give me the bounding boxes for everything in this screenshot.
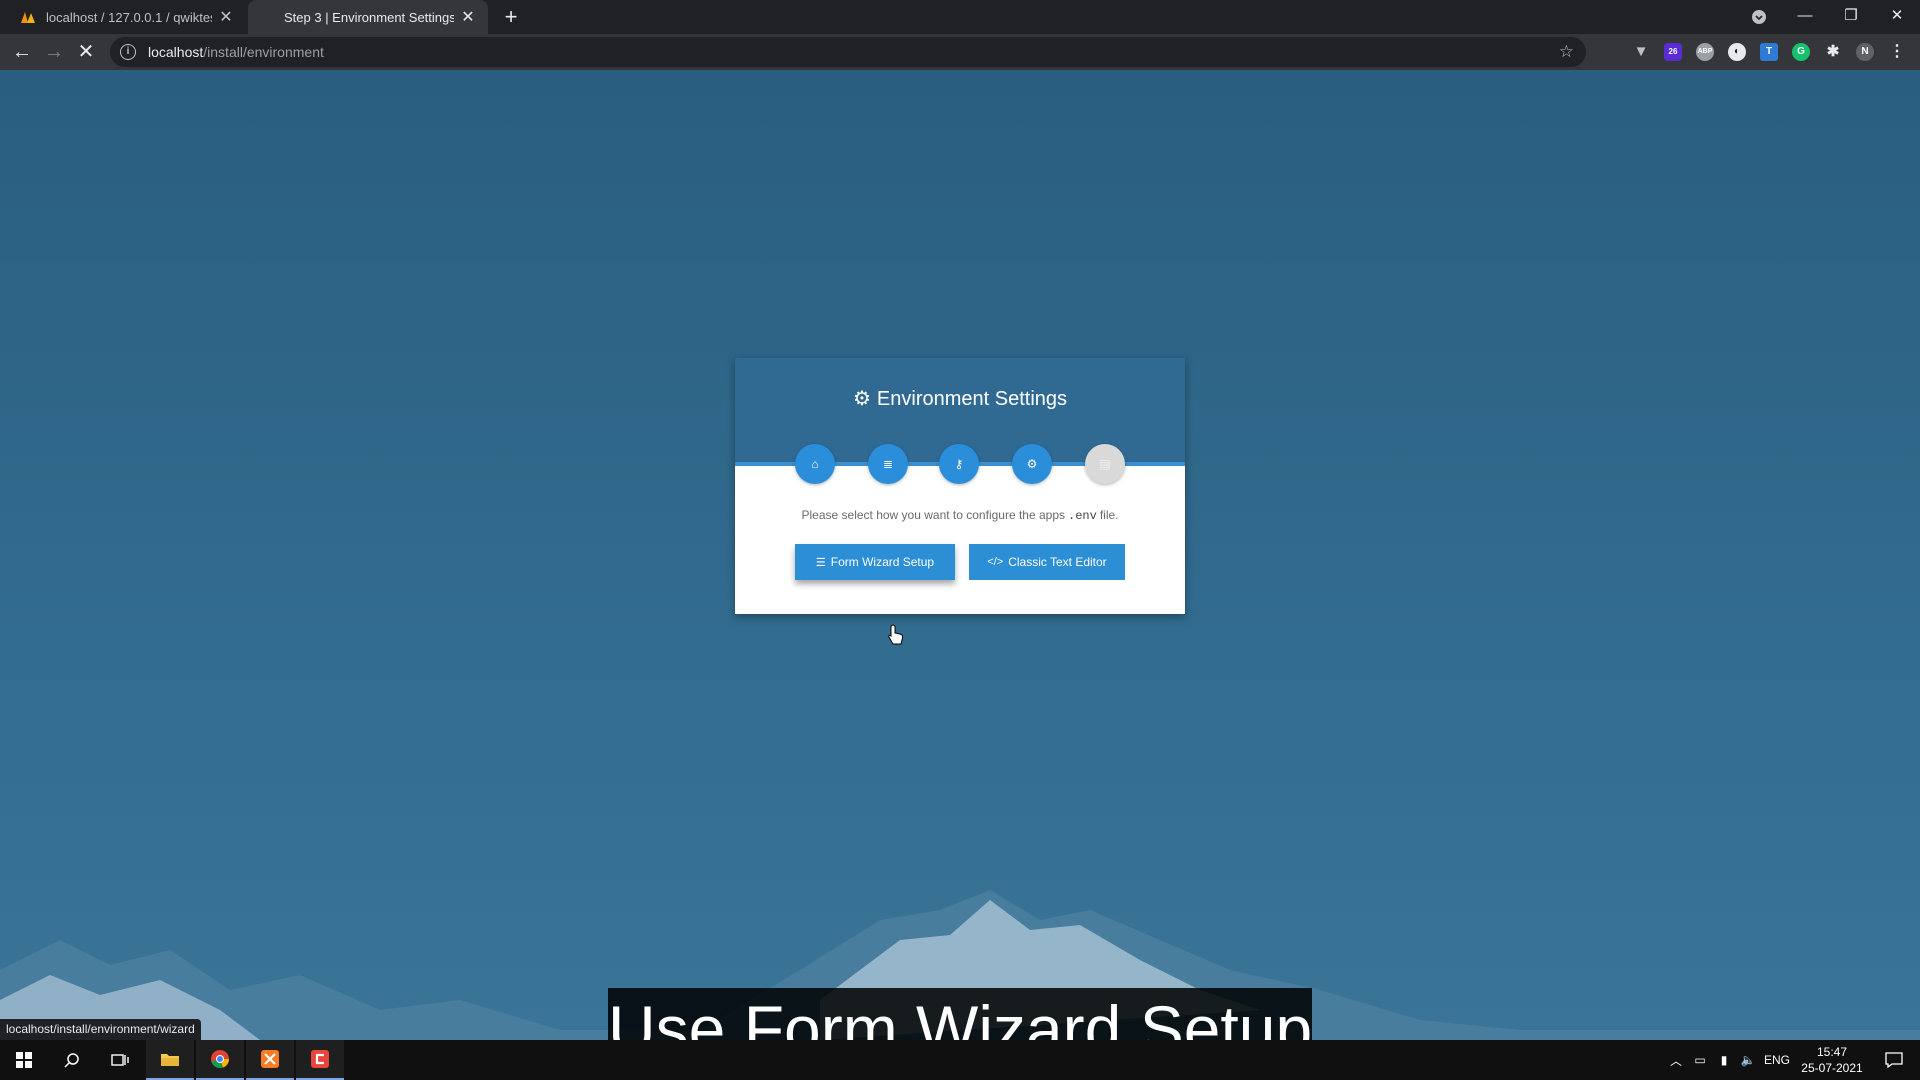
step-database[interactable]: ▤: [1085, 444, 1125, 484]
task-view-button[interactable]: [96, 1040, 144, 1080]
extension-badge: 26: [1668, 47, 1678, 56]
step-environment[interactable]: ⚙: [1012, 444, 1052, 484]
info-icon[interactable]: i: [120, 44, 136, 60]
card-title: ⚙ Environment Settings: [735, 386, 1185, 411]
tab-title: localhost / 127.0.0.1 / qwiktest |: [46, 9, 212, 25]
chevron-up-icon: ︿: [1669, 1053, 1682, 1068]
form-wizard-setup-button[interactable]: ☰ Form Wizard Setup: [795, 544, 955, 580]
tab-phpmyadmin[interactable]: localhost / 127.0.0.1 / qwiktest | ✕: [8, 0, 246, 34]
clock-time: 15:47: [1816, 1045, 1848, 1059]
sliders-icon: ☰: [815, 556, 826, 569]
status-bar-url: localhost/install/environment/wizard: [0, 1019, 201, 1040]
chrome-button[interactable]: [196, 1040, 244, 1080]
extension-icon[interactable]: 26: [1664, 43, 1682, 61]
key-icon: ⚷: [954, 457, 964, 471]
configure-instruction: Please select how you want to configure …: [735, 508, 1185, 523]
search-button[interactable]: [48, 1040, 96, 1080]
home-icon: ⌂: [811, 457, 819, 471]
button-label: Classic Text Editor: [1008, 555, 1107, 569]
gear-icon: ⚙: [852, 388, 871, 410]
windows-taskbar: ︿ ▭ ▮ 🔈 ENG 15:47 25-07-2021: [0, 1040, 1920, 1080]
battery-icon[interactable]: ▮: [1714, 1040, 1734, 1080]
bookmark-star-icon[interactable]: ☆: [1559, 42, 1574, 62]
xampp-button[interactable]: [246, 1040, 294, 1080]
url-path: /install/environment: [203, 44, 324, 60]
forward-button[interactable]: →: [40, 38, 68, 66]
card-title-text: Environment Settings: [876, 388, 1068, 410]
phpmyadmin-icon: [20, 9, 36, 25]
instruction-text-end: file.: [1099, 508, 1119, 522]
system-clock[interactable]: 15:47 25-07-2021: [1796, 1044, 1868, 1076]
windows-logo-icon: [16, 1052, 32, 1068]
button-label: Form Wizard Setup: [830, 555, 935, 569]
hand-pointer-cursor-icon: [888, 624, 904, 645]
translate-icon[interactable]: T: [1760, 43, 1778, 61]
tab-title: Step 3 | Environment Settings | Q: [284, 9, 454, 25]
search-icon: [64, 1053, 79, 1068]
file-explorer-button[interactable]: [146, 1040, 194, 1080]
darkreader-icon[interactable]: ◐: [1728, 43, 1746, 61]
clock-date: 25-07-2021: [1801, 1061, 1863, 1075]
chevron-down-circle-icon: [1752, 10, 1766, 24]
gear-icon: ⚙: [1026, 457, 1038, 471]
notification-icon: [1885, 1052, 1903, 1068]
adblock-icon[interactable]: ABP: [1696, 43, 1714, 61]
step-home[interactable]: ⌂: [795, 444, 835, 484]
restore-button[interactable]: ❐: [1828, 0, 1874, 34]
chrome-icon: [211, 1050, 230, 1069]
code-icon: </>: [987, 556, 1004, 568]
step-permissions[interactable]: ⚷: [939, 444, 979, 484]
browser-tab-strip: localhost / 127.0.0.1 / qwiktest | ✕ Ste…: [0, 0, 1920, 34]
task-view-icon: [111, 1054, 129, 1066]
tab-environment-settings[interactable]: Step 3 | Environment Settings | Q ✕: [248, 0, 488, 34]
volume-icon[interactable]: 🔈: [1738, 1040, 1758, 1080]
classic-text-editor-button[interactable]: </> Classic Text Editor: [969, 544, 1125, 580]
tab-close-icon[interactable]: ✕: [218, 7, 234, 27]
tab-close-icon[interactable]: ✕: [460, 7, 476, 27]
app-c-icon: [311, 1050, 329, 1068]
list-icon: ≣: [882, 457, 894, 471]
server-icon: ▤: [1099, 457, 1111, 471]
close-window-button[interactable]: ✕: [1874, 0, 1920, 34]
env-filename: .env: [1068, 509, 1097, 523]
vue-devtools-icon[interactable]: ▼: [1632, 43, 1650, 61]
start-button[interactable]: [0, 1040, 48, 1080]
xampp-icon: [261, 1050, 279, 1068]
puzzle-icon[interactable]: ✱: [1824, 43, 1842, 61]
language-indicator[interactable]: ENG: [1762, 1040, 1792, 1080]
menu-kebab-icon[interactable]: ⋮: [1888, 43, 1906, 61]
environment-settings-card: ⚙ Environment Settings ⌂ ≣ ⚷ ⚙ ▤ Please s…: [735, 358, 1185, 614]
meet-now-icon[interactable]: ▭: [1690, 1040, 1710, 1080]
address-bar[interactable]: i localhost/install/environment ☆: [110, 37, 1586, 67]
profile-initial: N: [1861, 46, 1869, 57]
notification-center-button[interactable]: [1872, 1040, 1916, 1080]
new-tab-button[interactable]: +: [498, 4, 524, 30]
back-button[interactable]: ←: [8, 38, 36, 66]
browser-toolbar: ← → ✕ i localhost/install/environment ☆ …: [0, 34, 1920, 70]
grammarly-icon[interactable]: G: [1792, 43, 1810, 61]
show-hidden-icons-button[interactable]: ︿: [1666, 1040, 1686, 1080]
minimize-button[interactable]: —: [1782, 0, 1828, 34]
stop-loading-button[interactable]: ✕: [72, 38, 100, 66]
profile-avatar[interactable]: N: [1856, 43, 1874, 61]
tab-search-button[interactable]: [1736, 0, 1782, 34]
folder-icon: [161, 1054, 179, 1066]
codeigniter-app-button[interactable]: [296, 1040, 344, 1080]
url-host: localhost: [148, 44, 204, 60]
instruction-text: Please select how you want to configure …: [801, 508, 1066, 522]
step-requirements[interactable]: ≣: [868, 444, 908, 484]
